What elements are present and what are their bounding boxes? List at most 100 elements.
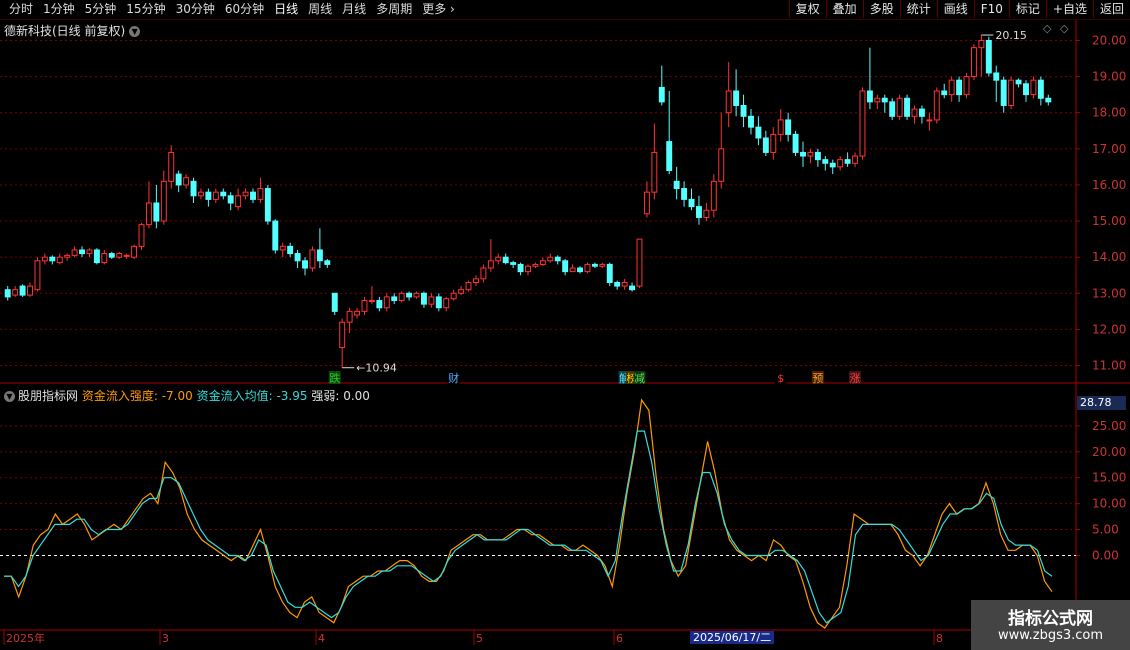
- candle-body: [569, 267, 576, 273]
- time-axis-label: 8: [936, 632, 943, 645]
- event-marker-0[interactable]: 跌: [329, 371, 340, 385]
- candle-body: [294, 253, 301, 262]
- candle-body: [621, 281, 628, 287]
- candle-body: [227, 195, 234, 204]
- price-axis-label: 18.00: [1092, 106, 1126, 120]
- candle-body: [183, 177, 190, 186]
- event-marker-1[interactable]: 财: [448, 371, 459, 385]
- candle-body: [331, 292, 338, 312]
- indicator-line1-label: 资金流入强度: -7.00: [81, 389, 193, 403]
- candle-body: [933, 90, 940, 121]
- indicator-axis-label: 25.00: [1092, 419, 1126, 433]
- event-marker-5[interactable]: $: [777, 372, 784, 385]
- candle-body: [287, 245, 294, 255]
- candle-body: [911, 108, 918, 117]
- indicator-series-1: [4, 430, 1053, 624]
- candle-body: [480, 267, 487, 280]
- candle-body: [554, 256, 561, 262]
- candle-body: [116, 253, 123, 258]
- candle-body: [740, 104, 747, 117]
- price-axis-label: 19.00: [1092, 70, 1126, 84]
- time-axis-label: 4: [318, 632, 325, 645]
- candle-body: [4, 289, 11, 298]
- indicator-line2-label: 资金流入均值: -3.95: [196, 389, 308, 403]
- candle-body: [64, 254, 71, 258]
- candle-body: [495, 256, 502, 262]
- candle-body: [733, 90, 740, 106]
- candle-body: [956, 79, 963, 96]
- indicator-axis-label: 10.00: [1092, 497, 1126, 511]
- candle-body: [465, 281, 472, 291]
- candle-body: [577, 267, 583, 273]
- time-axis-label: 3: [162, 632, 169, 645]
- candle-body: [614, 281, 621, 287]
- candle-body: [86, 249, 93, 255]
- candle-body: [822, 159, 829, 164]
- candle-body: [428, 296, 435, 305]
- candle-body: [1008, 79, 1015, 106]
- watermark: 指标公式网 www.zbgs3.com: [971, 600, 1130, 650]
- time-axis-label: 6: [616, 632, 623, 645]
- chart-canvas[interactable]: 20.00 19.00 18.00 17.00 16.00 15.00 14.00 13.00…: [0, 0, 1130, 650]
- price-axis-label: 20.00: [1092, 33, 1126, 47]
- candle-body: [785, 119, 792, 135]
- indicator-title: ▼ 股朋指标网 资金流入强度: -7.00 资金流入均值: -3.95 强弱: 0…: [4, 387, 370, 404]
- candle-body: [71, 249, 78, 256]
- event-marker-4[interactable]: 减: [634, 372, 645, 385]
- candle-body: [138, 224, 145, 247]
- event-marker-6[interactable]: 预: [812, 372, 823, 385]
- candle-body: [242, 191, 249, 197]
- candle-body: [354, 310, 361, 316]
- price-axis-label: 13.00: [1092, 286, 1126, 300]
- event-marker-7[interactable]: 涨: [850, 372, 861, 385]
- candle-body: [517, 263, 524, 273]
- candle-body: [168, 151, 175, 182]
- candle-body: [874, 97, 881, 103]
- candle-body: [383, 296, 390, 309]
- candle-body: [1030, 79, 1037, 96]
- candle-body: [361, 300, 368, 312]
- candle-body: [755, 126, 762, 139]
- time-axis-label: 5: [476, 632, 483, 645]
- candle-body: [435, 296, 442, 309]
- candle-body: [918, 108, 925, 117]
- candle-body: [510, 262, 517, 265]
- candle-body: [881, 97, 888, 103]
- candle-body: [12, 289, 19, 296]
- indicator-axis-label: 0.00: [1092, 548, 1119, 562]
- candle-body: [391, 296, 398, 302]
- candle-body: [963, 76, 970, 96]
- candle-body: [79, 249, 86, 255]
- chevron-down-icon[interactable]: ▼: [4, 391, 15, 402]
- price-axis-label: 11.00: [1092, 359, 1126, 373]
- candle-body: [941, 90, 948, 96]
- candle-body: [636, 238, 643, 287]
- candle-body: [398, 292, 405, 302]
- candle-body: [324, 260, 331, 265]
- candle-body: [725, 90, 732, 114]
- cursor-date-label: 2025/06/17/二: [690, 631, 775, 644]
- candle-body: [279, 245, 286, 251]
- price-axis-label: 14.00: [1092, 250, 1126, 264]
- candle-body: [599, 263, 606, 267]
- candle-body: [309, 249, 316, 269]
- candle-body: [1015, 79, 1022, 85]
- candle-body: [866, 90, 873, 103]
- candle-body: [978, 39, 985, 49]
- candle-body: [792, 133, 799, 153]
- candle-body: [41, 256, 48, 262]
- candle-body: [651, 151, 658, 193]
- candle-body: [487, 260, 494, 269]
- candle-body: [904, 97, 911, 117]
- candle-body: [502, 256, 509, 264]
- candle-body: [896, 97, 903, 117]
- candle-body: [108, 253, 115, 258]
- candle-body: [131, 245, 138, 258]
- candle-body: [584, 263, 591, 273]
- indicator-axis-label: 15.00: [1092, 471, 1126, 485]
- candle-body: [473, 278, 479, 283]
- high-price-label: 20.15: [995, 29, 1027, 42]
- candle-body: [829, 162, 836, 168]
- candle-body: [302, 260, 308, 269]
- candle-body: [703, 209, 710, 218]
